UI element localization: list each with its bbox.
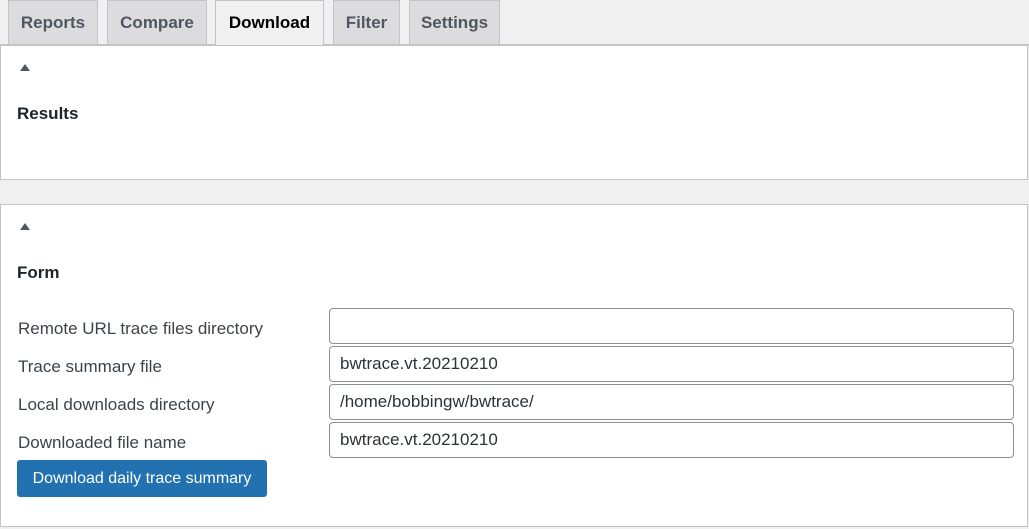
tab-reports[interactable]: Reports <box>8 0 98 44</box>
remote-url-input[interactable] <box>329 308 1014 344</box>
download-summary-button[interactable]: Download daily trace summary <box>17 460 267 497</box>
trace-summary-input[interactable] <box>329 346 1014 382</box>
tab-filter[interactable]: Filter <box>333 0 400 44</box>
form-panel: Form Remote URL trace files directory Tr… <box>0 204 1028 527</box>
results-panel: Results <box>0 45 1028 180</box>
local-downloads-input[interactable] <box>329 384 1014 420</box>
tab-download[interactable]: Download <box>215 0 324 45</box>
results-title: Results <box>17 104 79 123</box>
downloaded-file-name-input[interactable] <box>329 422 1014 458</box>
downloaded-file-name-label: Downloaded file name <box>18 433 187 452</box>
tab-bar: Reports Compare Download Filter Settings <box>0 0 1029 45</box>
remote-url-label: Remote URL trace files directory <box>18 319 264 338</box>
local-downloads-label: Local downloads directory <box>18 395 215 414</box>
triangle-up-icon[interactable] <box>20 64 30 71</box>
triangle-up-icon[interactable] <box>20 223 30 230</box>
tab-settings[interactable]: Settings <box>409 0 500 44</box>
form-title: Form <box>17 263 60 282</box>
tab-compare[interactable]: Compare <box>107 0 207 44</box>
trace-summary-label: Trace summary file <box>18 357 162 376</box>
